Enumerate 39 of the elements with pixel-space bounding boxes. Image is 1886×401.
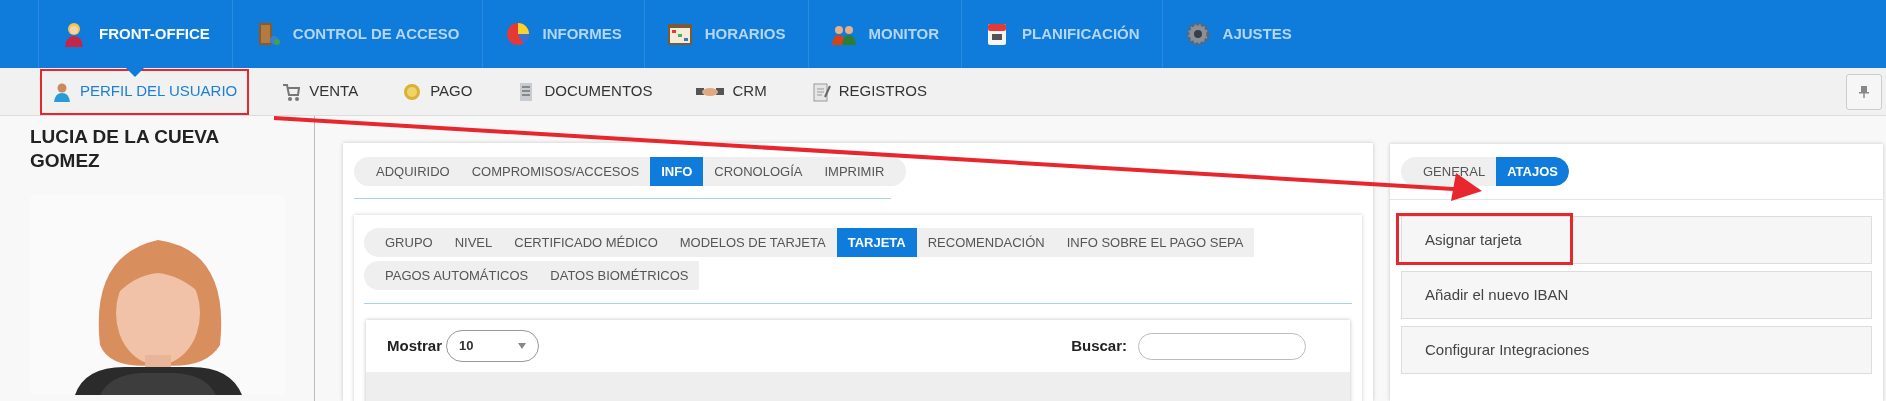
tab[interactable]: GRUPO	[374, 228, 444, 257]
calendar-icon	[666, 21, 693, 47]
tab[interactable]: NIVEL	[443, 228, 504, 257]
tab[interactable]: MODELOS DE TARJETA	[668, 228, 837, 257]
sub-nav-tab[interactable]: REGISTROS	[798, 68, 939, 115]
cart-icon	[281, 81, 302, 102]
profile-name: LUCIA DE LA CUEVA GOMEZ	[30, 125, 220, 173]
tab[interactable]: PAGOS AUTOMÁTICOS	[374, 261, 540, 290]
sub-nav-tab[interactable]: VENTA	[269, 68, 371, 115]
pin-button[interactable]	[1846, 73, 1882, 110]
tab[interactable]: INFO SOBRE EL PAGO SEPA	[1055, 228, 1255, 257]
search-label: Buscar:	[1071, 335, 1127, 356]
search-field[interactable]	[1138, 332, 1306, 360]
tab[interactable]: CERTIFICADO MÉDICO	[503, 228, 669, 257]
pie-chart-icon	[504, 21, 531, 47]
tab[interactable]: TARJETA	[836, 228, 917, 257]
tab[interactable]: IMPRIMIR	[813, 157, 896, 186]
person-icon	[52, 81, 72, 102]
shortcut-button[interactable]: Añadir el nuevo IBAN	[1401, 271, 1872, 319]
shortcut-button[interactable]: Asignar tarjeta	[1401, 216, 1872, 264]
dropdown-caret-icon	[518, 343, 526, 349]
tab[interactable]: COMPROMISOS/ACCESOS	[460, 157, 651, 186]
notepad-icon	[810, 81, 831, 102]
tab[interactable]: DATOS BIOMÉTRICOS	[539, 261, 700, 290]
pin-icon	[1859, 85, 1869, 98]
sub-nav-tab[interactable]: PERFIL DEL USUARIO	[40, 68, 250, 115]
shortcut-button[interactable]: Configurar Integraciones	[1401, 326, 1872, 374]
show-label: Mostrar	[387, 335, 442, 356]
sub-nav-tab[interactable]: CRM	[684, 68, 779, 115]
tab[interactable]: ADQUIRIDO	[365, 157, 461, 186]
tab[interactable]: INFO	[650, 157, 704, 186]
coin-icon	[402, 81, 423, 102]
sub-nav-tab[interactable]: PAGO	[390, 68, 485, 115]
gear-icon	[1184, 21, 1211, 47]
tab[interactable]: GENERAL	[1412, 157, 1497, 186]
sub-nav-tab[interactable]: DOCUMENTOS	[504, 68, 665, 115]
tab[interactable]: RECOMENDACIÓN	[916, 228, 1056, 257]
tab[interactable]: ATAJOS	[1496, 157, 1569, 186]
tab[interactable]: CRONOLOGÍA	[703, 157, 814, 186]
